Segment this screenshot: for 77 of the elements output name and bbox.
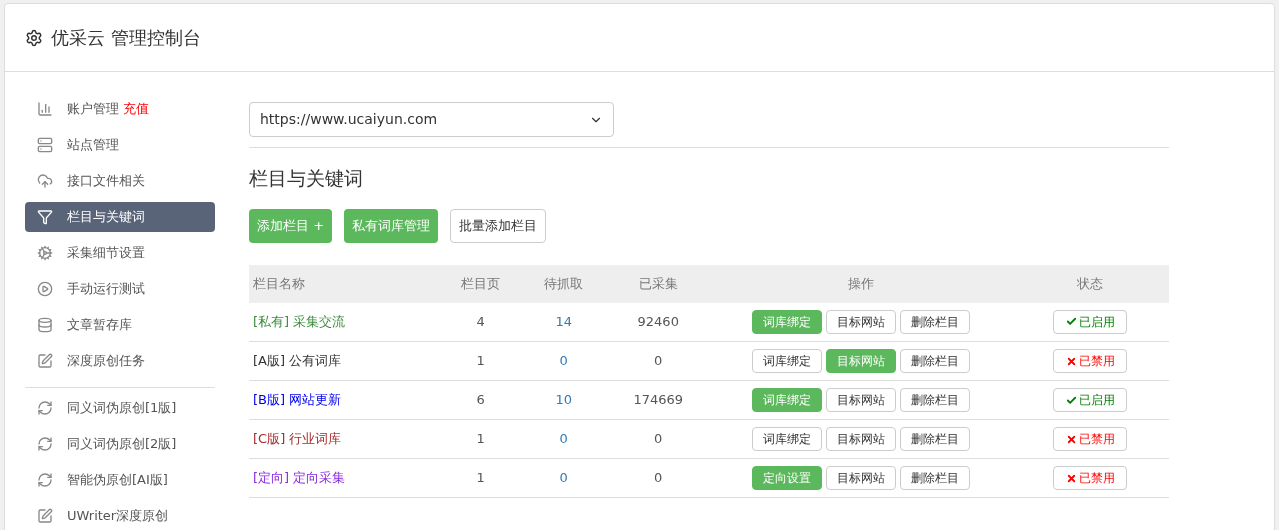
edit-icon	[37, 353, 53, 369]
table-cell: 92460	[605, 302, 712, 342]
status-button[interactable]: 已禁用	[1053, 349, 1128, 373]
sidebar-item[interactable]: 接口文件相关	[25, 166, 215, 196]
column-header: 栏目页	[439, 264, 523, 303]
action-button[interactable]: 目标网站	[826, 309, 897, 334]
table-cell: 0	[605, 458, 712, 498]
table-cell: [定向] 定向采集	[249, 458, 439, 498]
table-cell: 1	[439, 458, 523, 498]
action-button[interactable]: 词库绑定	[752, 349, 823, 373]
table-cell: 4	[439, 302, 523, 342]
action-button[interactable]: 删除栏目	[900, 309, 971, 334]
column-header: 操作	[711, 264, 1012, 303]
table-cell: 0	[522, 458, 606, 498]
gear-icon	[37, 245, 53, 261]
status-button[interactable]: 已启用	[1053, 309, 1128, 334]
refresh-icon	[37, 400, 53, 416]
sidebar-item[interactable]: 站点管理	[25, 130, 215, 160]
console-title: 优采云 管理控制台	[51, 26, 201, 50]
status-button[interactable]: 已禁用	[1053, 427, 1128, 451]
sidebar-item[interactable]: 采集细节设置	[25, 238, 215, 268]
sidebar-item[interactable]: UWriter深度原创	[25, 501, 215, 530]
action-button[interactable]: 目标网站	[826, 466, 897, 490]
table-cell: [私有] 采集交流	[249, 302, 439, 342]
status-button[interactable]: 已禁用	[1053, 466, 1128, 490]
table-cell: 0	[605, 419, 712, 459]
column-header: 已采集	[605, 264, 712, 303]
table-cell: 1	[439, 419, 523, 459]
table-cell: 14	[522, 302, 606, 342]
column-header: 待抓取	[522, 264, 606, 303]
action-button[interactable]: 删除栏目	[900, 349, 971, 373]
edit-icon	[37, 508, 53, 524]
bar-chart-icon	[37, 101, 53, 117]
refresh-icon	[37, 436, 53, 452]
sidebar-item[interactable]: 同义词伪原创[2版]	[25, 429, 215, 459]
cloud-upload-icon	[37, 173, 53, 189]
table-cell: 0	[522, 341, 606, 381]
column-header: 状态	[1011, 264, 1169, 303]
refresh-icon	[37, 472, 53, 488]
sidebar-item[interactable]: 账户管理 充值	[25, 94, 215, 124]
settings-icon	[25, 28, 43, 47]
sidebar-item[interactable]: 深度原创任务	[25, 346, 215, 376]
sidebar-item[interactable]: 智能伪原创[AI版]	[25, 465, 215, 495]
table-cell: 0	[522, 419, 606, 459]
sidebar-item[interactable]: 同义词伪原创[1版]	[25, 393, 215, 423]
action-button[interactable]: 删除栏目	[900, 388, 971, 412]
database-icon	[37, 317, 53, 333]
table-cell: 6	[439, 380, 523, 420]
section-title: 栏目与关键词	[249, 166, 364, 191]
table-cell: 0	[605, 341, 712, 381]
filter-icon	[37, 209, 53, 225]
cross-icon	[1065, 472, 1077, 484]
action-button[interactable]: 目标网站	[826, 427, 897, 451]
table-cell: [C版] 行业词库	[249, 419, 439, 459]
recharge-link[interactable]: 充值	[123, 99, 149, 119]
sidebar-item[interactable]: 文章暂存库	[25, 310, 215, 340]
sidebar-item[interactable]: 手动运行测试	[25, 274, 215, 304]
check-icon	[1065, 394, 1077, 406]
status-button[interactable]: 已启用	[1053, 388, 1128, 412]
table-cell: [B版] 网站更新	[249, 380, 439, 420]
table-cell: 174669	[605, 380, 712, 420]
table-cell: 10	[522, 380, 606, 420]
sidebar-item[interactable]: 栏目与关键词	[25, 202, 215, 232]
column-header: 栏目名称	[249, 264, 439, 303]
play-icon	[37, 281, 53, 297]
action-button[interactable]: 删除栏目	[900, 427, 971, 451]
site-select[interactable]: https://www.ucaiyun.com	[249, 102, 614, 137]
cross-icon	[1065, 433, 1077, 445]
toolbar-button[interactable]: 批量添加栏目	[450, 208, 547, 243]
table-cell: 1	[439, 341, 523, 381]
server-icon	[37, 137, 53, 153]
cross-icon	[1065, 355, 1077, 367]
action-button[interactable]: 词库绑定	[752, 427, 823, 451]
check-icon	[1065, 316, 1077, 328]
action-button[interactable]: 目标网站	[826, 388, 897, 412]
table-cell: [A版] 公有词库	[249, 341, 439, 381]
action-button[interactable]: 删除栏目	[900, 466, 971, 490]
